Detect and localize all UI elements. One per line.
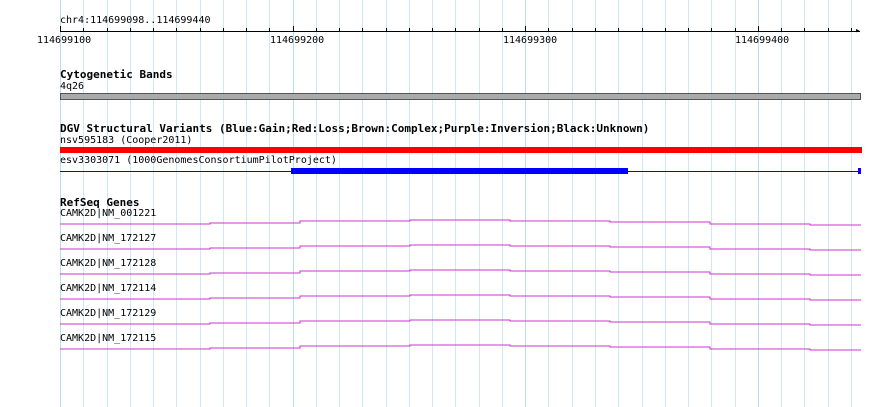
gene-model[interactable] bbox=[60, 219, 861, 226]
gene-model[interactable] bbox=[60, 269, 861, 276]
gene-model[interactable] bbox=[60, 319, 861, 326]
gene-model[interactable] bbox=[60, 294, 861, 301]
genome-browser-view[interactable]: chr4:114699098..114699440 114699100 1146… bbox=[0, 0, 890, 407]
gene-model[interactable] bbox=[60, 344, 861, 351]
gene-model[interactable] bbox=[60, 244, 861, 251]
gene-models bbox=[60, 219, 861, 351]
